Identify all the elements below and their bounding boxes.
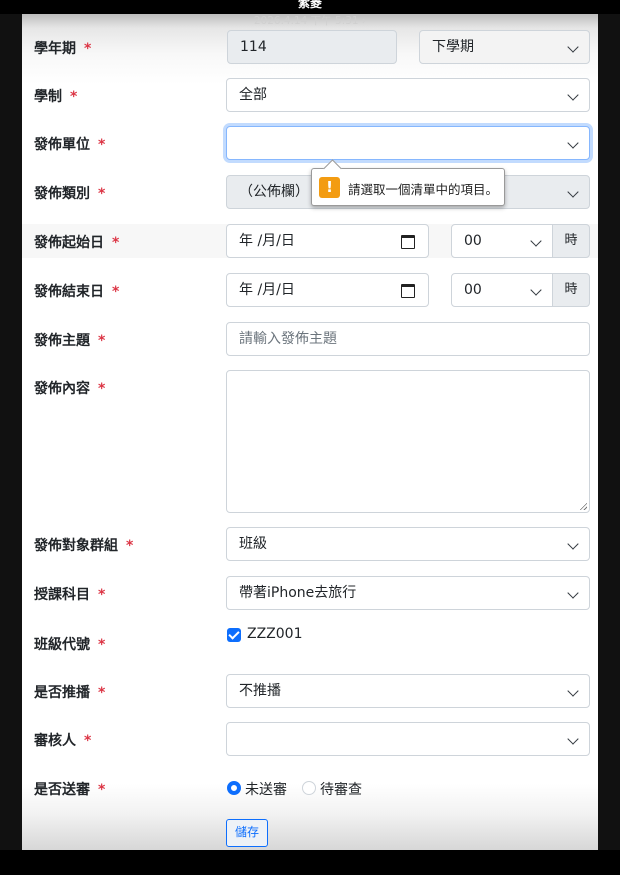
publish-category-label: 發佈類別 * [34, 186, 106, 202]
target-group-select[interactable]: 班級 [226, 527, 590, 561]
row-submit-review: 是否送審 * 未送審 待審查 [22, 771, 598, 805]
radio-not-submitted[interactable] [227, 781, 241, 795]
form-sheet: 學年期 * 114 下學期 學制 * 全部 發佈單位 * 發佈類別 * （公佈欄） 發佈… [22, 14, 598, 850]
row-reviewer: 審核人 * [22, 722, 598, 756]
chevron-down-icon [530, 284, 542, 296]
school-system-label: 學制 * [34, 89, 78, 105]
content-textarea[interactable] [226, 370, 590, 513]
school-year-label: 學年期 * [34, 41, 92, 57]
submit-review-label: 是否送審 * [34, 782, 106, 798]
course-label: 授課科目 * [34, 587, 106, 603]
course-select[interactable]: 帶著iPhone去旅行 [226, 576, 590, 610]
start-hour-unit: 時 [552, 224, 590, 258]
school-system-select[interactable]: 全部 [226, 78, 590, 112]
class-code-label: 班級代號 * [34, 637, 106, 653]
radio-pending-review[interactable] [302, 781, 316, 795]
row-publish-unit: 發佈單位 * [22, 126, 598, 160]
end-date-label: 發佈結束日 * [34, 284, 120, 300]
status-bar: 紫菱 [0, 0, 620, 14]
term-select[interactable]: 下學期 [419, 30, 590, 64]
chevron-down-icon [567, 538, 579, 550]
row-course: 授課科目 * 帶著iPhone去旅行 [22, 576, 598, 610]
row-content: 發佈內容 * [22, 370, 598, 514]
status-datetime: 2026.4.14 下午 5:31 › [253, 15, 367, 27]
row-school-system: 學制 * 全部 [22, 78, 598, 112]
publish-unit-select[interactable] [226, 126, 590, 160]
content-label: 發佈內容 * [34, 381, 106, 397]
reviewer-label: 審核人 * [34, 733, 92, 749]
start-date-label: 發佈起始日 * [34, 235, 120, 251]
chevron-down-icon [567, 186, 579, 198]
chevron-down-icon [567, 89, 579, 101]
chevron-down-icon [567, 685, 579, 697]
row-start-date: 發佈起始日 * 年 /月/日 00 時 [22, 224, 598, 258]
row-class-code: 班級代號 * ZZZ001 [22, 626, 598, 660]
status-title: 紫菱 [297, 0, 322, 10]
push-label: 是否推播 * [34, 685, 106, 701]
end-hour-unit: 時 [552, 273, 590, 307]
calendar-icon[interactable] [401, 284, 415, 298]
chevron-down-icon [567, 587, 579, 599]
chevron-down-icon [567, 137, 579, 149]
class-code-option: ZZZ001 [247, 626, 303, 642]
publish-unit-label: 發佈單位 * [34, 137, 106, 153]
school-year-input[interactable]: 114 [227, 30, 397, 64]
resize-grip-icon[interactable] [579, 502, 587, 510]
target-group-label: 發佈對象群組 * [34, 538, 134, 554]
validation-message: 請選取一個清單中的項目。 [348, 182, 499, 197]
end-hour-select[interactable]: 00 [451, 273, 553, 307]
start-hour-select[interactable]: 00 [451, 224, 553, 258]
chevron-down-icon [567, 733, 579, 745]
subject-label: 發佈主題 * [34, 333, 106, 349]
radio-not-submitted-label[interactable]: 未送審 [245, 779, 287, 799]
validation-tooltip: ! 請選取一個清單中的項目。 [311, 168, 505, 206]
row-end-date: 發佈結束日 * 年 /月/日 00 時 [22, 273, 598, 307]
bottom-bar [0, 850, 620, 875]
start-date-input[interactable]: 年 /月/日 [226, 224, 429, 258]
row-push: 是否推播 * 不推播 [22, 674, 598, 708]
chevron-down-icon [530, 235, 542, 247]
exclamation-icon: ! [319, 177, 340, 198]
chevron-down-icon [567, 41, 579, 53]
row-target-group: 發佈對象群組 * 班級 [22, 527, 598, 561]
subject-input[interactable]: 請輸入發佈主題 [226, 322, 590, 356]
radio-pending-review-label[interactable]: 待審查 [320, 779, 362, 799]
row-publish-category: 發佈類別 * （公佈欄） [22, 175, 598, 209]
end-date-input[interactable]: 年 /月/日 [226, 273, 429, 307]
save-button[interactable]: 儲存 [226, 819, 269, 847]
calendar-icon[interactable] [401, 235, 415, 249]
class-code-checkbox[interactable] [227, 628, 241, 642]
push-select[interactable]: 不推播 [226, 674, 590, 708]
row-school-year: 學年期 * 114 下學期 [22, 30, 598, 64]
reviewer-select[interactable] [226, 722, 590, 756]
row-subject: 發佈主題 * 請輸入發佈主題 [22, 322, 598, 356]
